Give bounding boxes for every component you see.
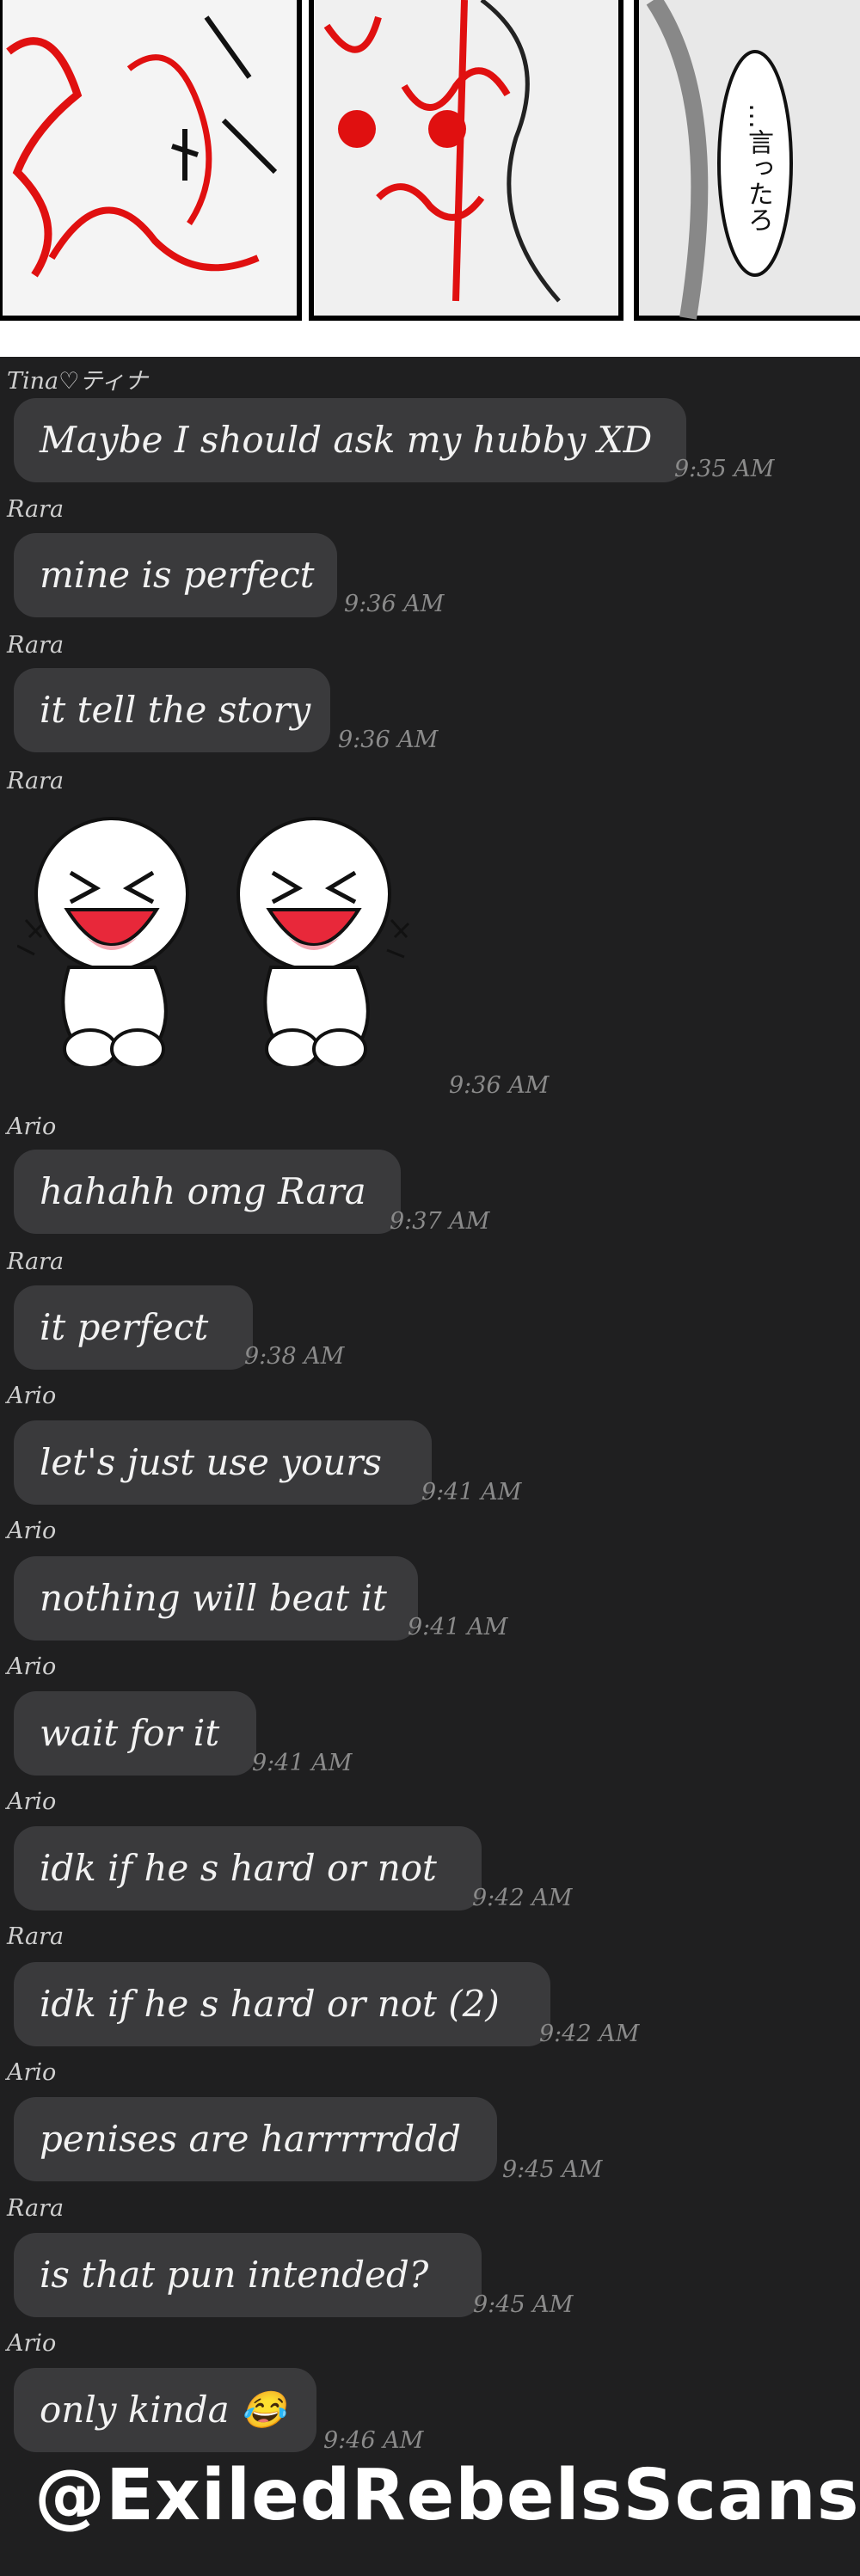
message-bubble[interactable]: mine is perfect: [14, 533, 337, 617]
sender-name: Ario: [7, 2059, 57, 2086]
message-bubble[interactable]: nothing will beat it: [14, 1556, 418, 1641]
message-bubble[interactable]: penises are harrrrrddd: [14, 2097, 497, 2181]
message-time: 9:36 AM: [449, 1072, 550, 1099]
message-time: 9:41 AM: [421, 1479, 522, 1506]
message-bubble[interactable]: let's just use yours: [14, 1420, 432, 1505]
sender-name: Ario: [7, 1113, 57, 1140]
message-time: 9:41 AM: [408, 1614, 508, 1641]
message-time: 9:45 AM: [502, 2156, 603, 2183]
sender-name: Ario: [7, 1653, 57, 1680]
sender-name: Ario: [7, 1788, 57, 1815]
manga-panel-header: …言ったろ: [0, 0, 860, 357]
sender-name: Rara: [7, 2195, 64, 2222]
message-bubble[interactable]: only kinda 😂: [14, 2368, 316, 2452]
message-bubble[interactable]: hahahh omg Rara: [14, 1150, 401, 1234]
sender-name: Ario: [7, 1518, 57, 1544]
message-bubble[interactable]: it perfect: [14, 1285, 253, 1370]
sender-name: Rara: [7, 1923, 64, 1950]
message-bubble[interactable]: idk if he s hard or not: [14, 1826, 482, 1911]
sender-name: Rara: [7, 1248, 64, 1275]
message-time: 9:37 AM: [390, 1208, 490, 1235]
manga-artwork: [0, 0, 860, 357]
message-bubble[interactable]: is that pun intended?: [14, 2233, 482, 2317]
message-time: 9:35 AM: [674, 456, 775, 482]
sender-name: Rara: [7, 496, 64, 523]
laughing-twins-sticker[interactable]: [16, 808, 430, 1070]
sender-name: Tina♡ティナ: [7, 368, 148, 395]
watermark: @ExiledRebelsScans: [34, 2455, 860, 2536]
message-bubble[interactable]: idk if he s hard or not (2): [14, 1962, 550, 2046]
sender-name: Ario: [7, 1383, 57, 1409]
sender-name: Rara: [7, 768, 64, 794]
chat-area[interactable]: Tina♡ティナ Maybe I should ask my hubby XD …: [0, 357, 860, 2576]
message-time: 9:45 AM: [473, 2291, 574, 2318]
message-bubble[interactable]: Maybe I should ask my hubby XD: [14, 398, 686, 482]
sender-name: Ario: [7, 2330, 57, 2357]
message-time: 9:36 AM: [344, 591, 445, 617]
message-time: 9:46 AM: [323, 2427, 424, 2454]
message-bubble[interactable]: it tell the story: [14, 668, 330, 752]
message-bubble[interactable]: wait for it: [14, 1691, 256, 1776]
sender-name: Rara: [7, 632, 64, 659]
message-time: 9:42 AM: [472, 1885, 573, 1911]
message-time: 9:42 AM: [539, 2021, 640, 2047]
message-time: 9:38 AM: [244, 1343, 345, 1370]
message-time: 9:41 AM: [252, 1750, 353, 1776]
message-time: 9:36 AM: [338, 727, 439, 753]
speech-bubble-text: …言ったろ: [743, 103, 773, 232]
